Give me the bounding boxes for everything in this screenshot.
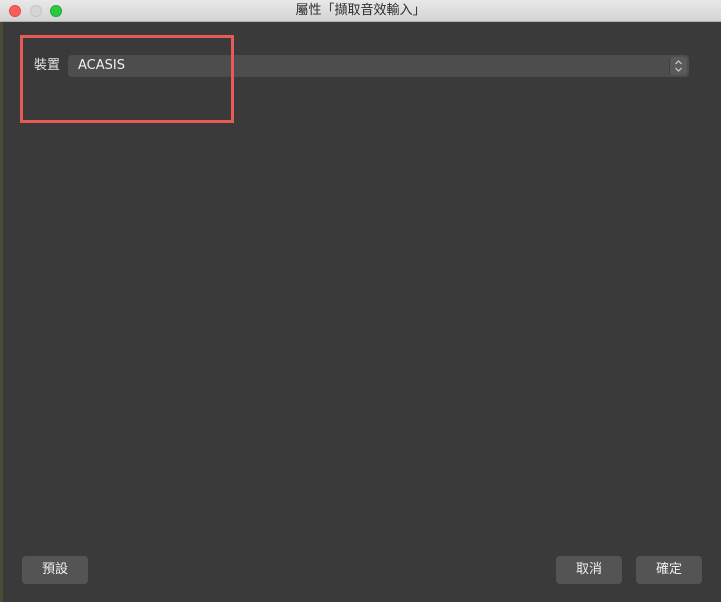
window-title: 屬性「擷取音效輸入」 [295, 3, 426, 18]
properties-window: 屬性「擷取音效輸入」 裝置 ACASIS 預設 取消 確定 [0, 0, 721, 602]
defaults-button[interactable]: 預設 [22, 556, 88, 584]
cancel-button[interactable]: 取消 [556, 556, 622, 584]
background-app-strip [0, 22, 3, 602]
title-bar[interactable]: 屬性「擷取音效輸入」 [0, 0, 721, 22]
ok-button[interactable]: 確定 [636, 556, 702, 584]
annotation-highlight-box [20, 35, 234, 123]
select-arrows-icon [669, 57, 687, 75]
